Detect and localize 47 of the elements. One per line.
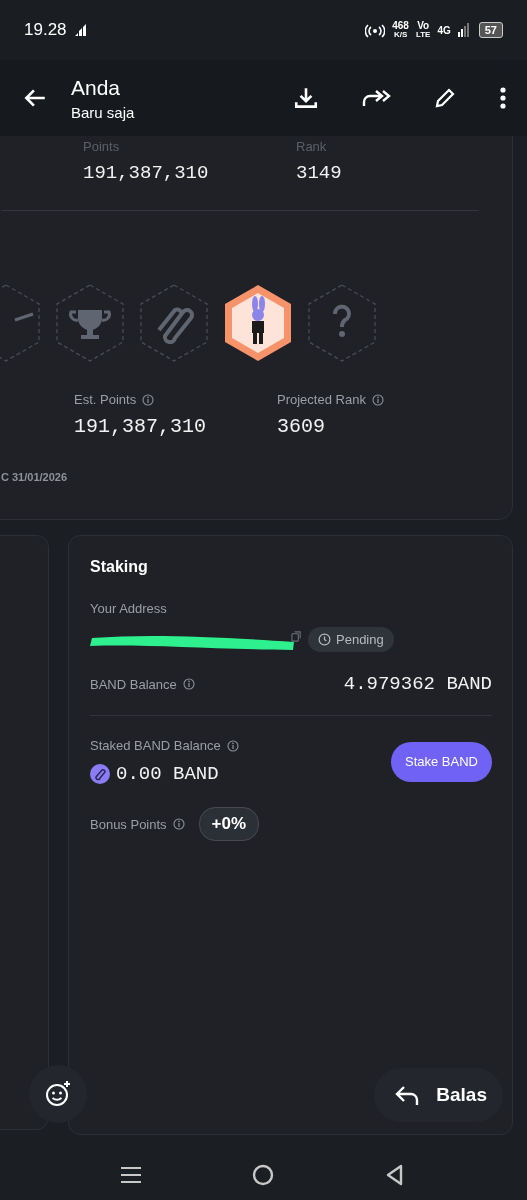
stake-button[interactable]: Stake BAND <box>391 741 492 782</box>
speed-unit: K/S <box>393 31 408 39</box>
card-title: Staking <box>90 558 149 576</box>
info-icon[interactable] <box>182 678 195 690</box>
reply-button[interactable]: Balas <box>374 1068 503 1122</box>
clock-time: 19.28 <box>24 20 67 40</box>
sent-time: Baru saja <box>71 103 136 121</box>
network-type: 4G <box>437 24 451 36</box>
date-note: C 31/01/2026 <box>1 471 68 483</box>
volte-label: Vo <box>417 21 430 31</box>
signal-icon <box>73 23 88 37</box>
token-icon <box>90 764 110 784</box>
staked-value: 0.00 BAND <box>116 763 219 785</box>
estimate-value: 191,387,310 <box>74 415 208 438</box>
menu-icon[interactable] <box>121 1166 141 1184</box>
staked-label: Staked BAND Balance <box>90 738 221 753</box>
stat-value: 191,387,310 <box>83 162 210 184</box>
address-label: Your Address <box>90 601 168 616</box>
estimate-value: 3609 <box>277 415 326 438</box>
estimate-label: Est. Points <box>74 392 137 407</box>
hotspot-icon <box>365 22 386 38</box>
status-chip: Pending <box>308 626 394 652</box>
info-icon[interactable] <box>172 818 185 830</box>
clock-icon <box>318 632 331 646</box>
bonus-value: +0% <box>198 807 260 841</box>
signal-bars-icon <box>457 23 470 37</box>
download-icon[interactable] <box>293 85 319 111</box>
stat-label: Points <box>83 139 121 154</box>
emoji-add-icon <box>44 1080 72 1108</box>
info-icon[interactable] <box>142 393 155 406</box>
stat-label: Rank <box>296 139 328 154</box>
stat-value: 3149 <box>296 162 343 184</box>
more-icon[interactable] <box>499 86 507 110</box>
info-icon[interactable] <box>226 739 239 752</box>
balance-label: BAND Balance <box>90 676 177 692</box>
back-nav-icon[interactable] <box>385 1164 403 1186</box>
volte-label: LTE <box>415 31 431 39</box>
copy-icon[interactable] <box>291 631 302 642</box>
home-icon[interactable] <box>252 1164 274 1186</box>
balance-value: 4.979362 BAND <box>343 673 492 695</box>
info-icon[interactable] <box>371 393 384 406</box>
sender-name: Anda <box>71 75 122 100</box>
bonus-label: Bonus Points <box>90 816 167 832</box>
estimate-label: Projected Rank <box>277 392 366 407</box>
pencil-icon[interactable] <box>433 86 457 110</box>
battery-level: 57 <box>478 22 503 38</box>
speed-value: 468 <box>392 21 409 31</box>
